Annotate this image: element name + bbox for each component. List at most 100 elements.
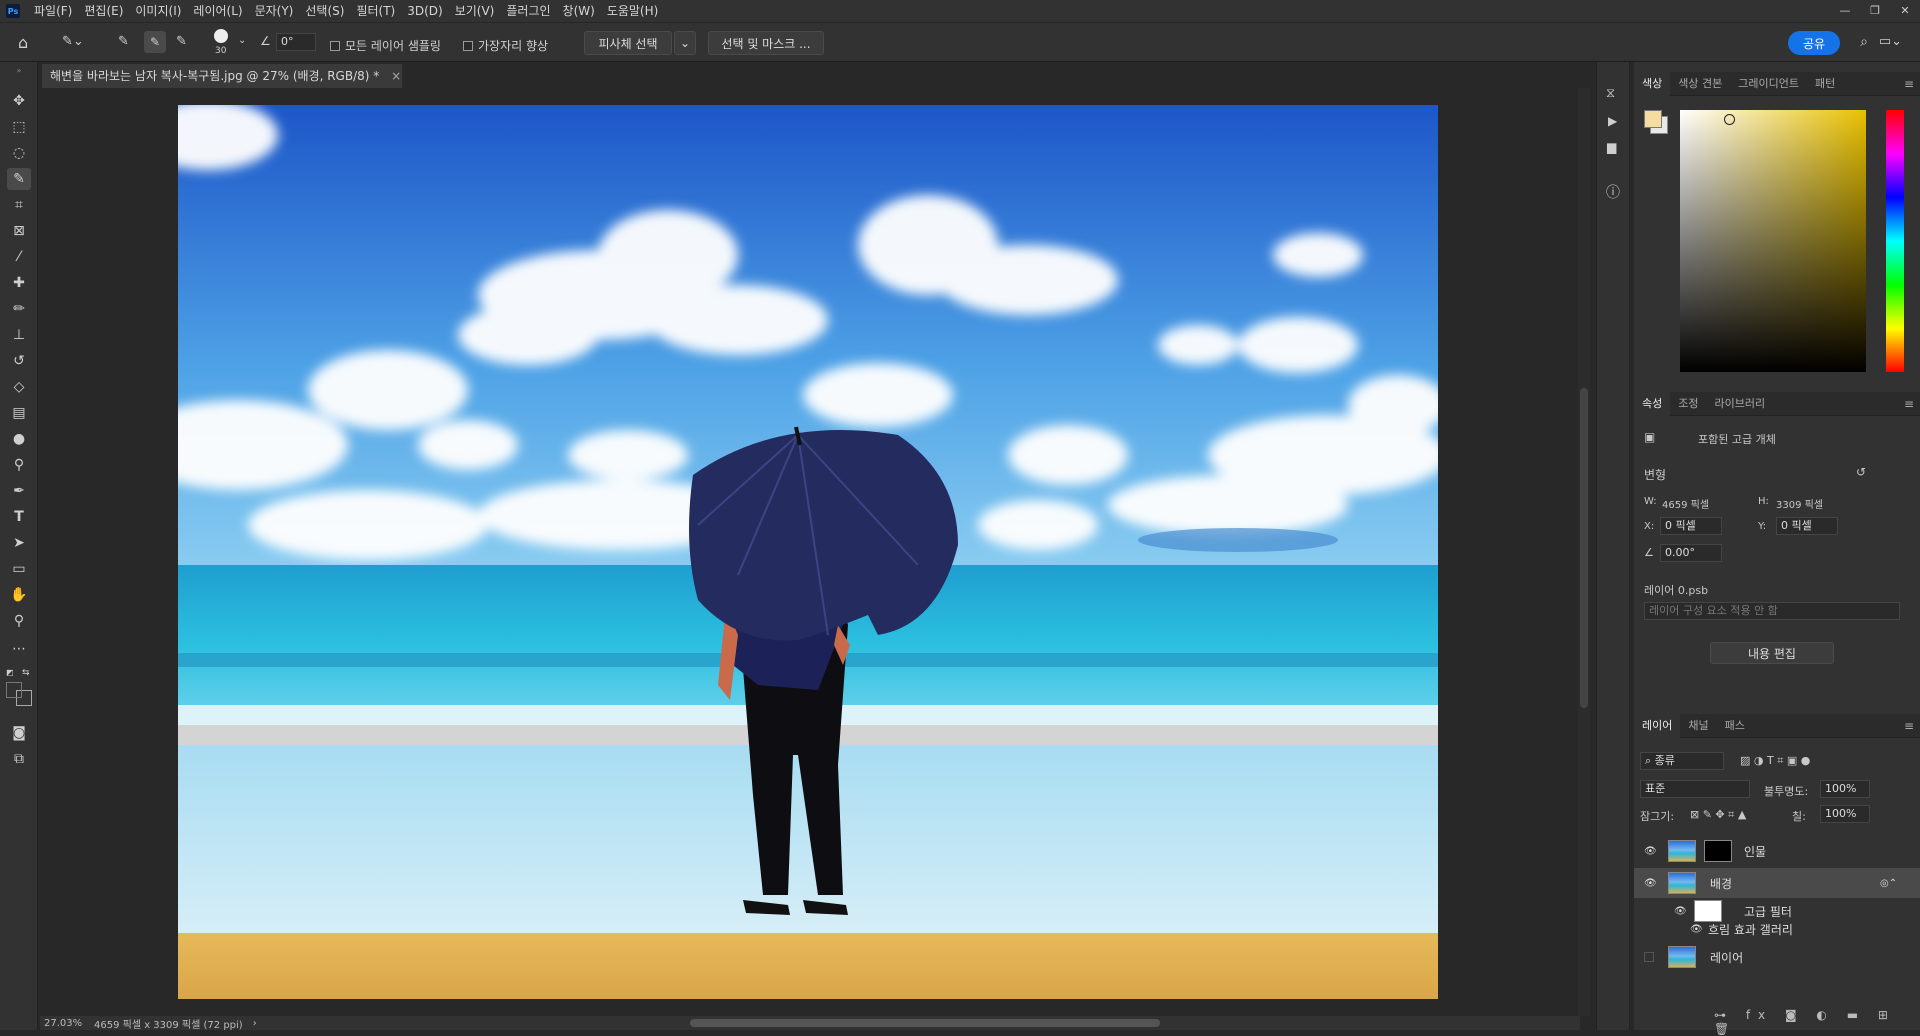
layer-row[interactable]: 👁 인물 (1634, 836, 1920, 866)
restore-button[interactable]: ❐ (1860, 0, 1890, 22)
menu-layer[interactable]: 레이어(L) (187, 0, 248, 22)
y-input[interactable]: 0 픽셀 (1776, 517, 1838, 535)
select-and-mask-button[interactable]: 선택 및 마스크 ... (708, 31, 824, 55)
close-window-button[interactable]: ✕ (1890, 0, 1920, 22)
select-subject-button[interactable]: 피사체 선택 (584, 31, 672, 55)
layer-filter-select[interactable]: ⌕ 종류 (1640, 752, 1724, 770)
layer-row-selected[interactable]: 👁 배경 ◎⌃ (1634, 868, 1920, 898)
info-icon[interactable]: ⓘ (1606, 182, 1620, 202)
menu-filter[interactable]: 필터(T) (350, 0, 401, 22)
menu-help[interactable]: 도움말(H) (601, 0, 665, 22)
layers-menu-icon[interactable]: ≡ (1904, 719, 1914, 733)
quick-mask-icon[interactable]: ◙ (7, 722, 31, 744)
tab-channels[interactable]: 채널 (1680, 714, 1716, 738)
enhance-edge-checkbox[interactable]: 가장자리 향상 (463, 37, 548, 54)
lock-icons[interactable]: ⊠ ✎ ✥ ⌗ ▲ (1690, 808, 1746, 822)
tab-patterns[interactable]: 패턴 (1807, 72, 1843, 96)
tab-layers[interactable]: 레이어 (1634, 713, 1681, 738)
properties-menu-icon[interactable]: ≡ (1904, 397, 1914, 411)
horizontal-scrollbar[interactable] (690, 1019, 1160, 1027)
menu-view[interactable]: 보기(V) (449, 0, 501, 22)
opacity-input[interactable]: 100% (1820, 780, 1870, 798)
fill-input[interactable]: 100% (1820, 805, 1870, 823)
blend-mode-select[interactable]: 표준 (1640, 780, 1750, 798)
menu-edit[interactable]: 편집(E) (78, 0, 129, 22)
brush-dropdown-icon[interactable]: ⌄ (238, 35, 246, 46)
angle-input[interactable]: 0° (276, 33, 316, 51)
workspace-icon[interactable]: ▭⌄ (1879, 34, 1902, 49)
smart-filter-icon[interactable]: ◎⌃ (1880, 878, 1897, 889)
x-input[interactable]: 0 픽셀 (1660, 517, 1722, 535)
home-icon[interactable]: ⌂ (18, 33, 28, 52)
blur-tool-icon[interactable]: ● (7, 428, 31, 450)
search-icon[interactable]: ⌕ (1860, 34, 1868, 50)
document-canvas[interactable] (178, 105, 1438, 999)
sample-all-checkbox[interactable]: 모든 레이어 샘플링 (330, 37, 441, 54)
filter-effect-row[interactable]: 👁 흐림 효과 갤러리 (1634, 918, 1920, 940)
type-tool-icon[interactable]: T (7, 506, 31, 528)
move-tool-icon[interactable]: ✥ (7, 90, 31, 112)
panel-menu-icon[interactable]: ≡ (1904, 77, 1914, 91)
swap-colors-icon[interactable]: ⇆ (22, 668, 30, 678)
tab-properties[interactable]: 속성 (1634, 391, 1671, 416)
color-picker-handle[interactable] (1724, 114, 1735, 125)
eyedropper-tool-icon[interactable]: ⁄ (7, 246, 31, 268)
select-subject-dropdown[interactable]: ⌄ (674, 31, 696, 55)
healing-brush-icon[interactable]: ✚ (7, 272, 31, 294)
tab-gradients[interactable]: 그레이디언트 (1730, 72, 1807, 96)
add-selection-icon[interactable]: ✎ (144, 31, 166, 53)
more-tools-icon[interactable]: ⋯ (7, 638, 31, 660)
width-value[interactable]: 4659 픽셀 (1662, 496, 1709, 511)
layer-comp-select[interactable]: 레이어 구성 요소 적용 안 함 (1644, 602, 1900, 620)
vertical-scrollbar[interactable] (1578, 88, 1590, 1016)
marquee-tool-icon[interactable]: ⬚ (7, 116, 31, 138)
tab-adjustments[interactable]: 조정 (1670, 392, 1706, 416)
hue-slider[interactable] (1886, 110, 1904, 372)
close-tab-icon[interactable]: × (391, 69, 401, 83)
canvas-area[interactable] (40, 88, 1580, 1016)
zoom-tool-icon[interactable]: ⚲ (7, 610, 31, 632)
document-tab[interactable]: 해변을 바라보는 남자 복사-복구됨.jpg @ 27% (배경, RGB/8)… (42, 64, 402, 88)
tab-paths[interactable]: 패스 (1717, 714, 1753, 738)
layer-name[interactable]: 배경 (1710, 875, 1732, 892)
layer-name[interactable]: 레이어 (1710, 949, 1743, 966)
menu-file[interactable]: 파일(F) (28, 0, 78, 22)
history-icon[interactable]: ⧖ (1606, 86, 1615, 101)
color-fg-swatch[interactable] (1644, 110, 1662, 128)
menu-image[interactable]: 이미지(I) (129, 0, 187, 22)
minimize-button[interactable]: — (1830, 0, 1860, 22)
menu-type[interactable]: 문자(Y) (249, 0, 300, 22)
hand-tool-icon[interactable]: ✋ (7, 584, 31, 606)
new-selection-icon[interactable]: ✎ (118, 34, 129, 49)
eraser-tool-icon[interactable]: ◇ (7, 376, 31, 398)
clone-stamp-icon[interactable]: ⊥ (7, 324, 31, 346)
lasso-tool-icon[interactable]: ◌ (7, 142, 31, 164)
gradient-tool-icon[interactable]: ▤ (7, 402, 31, 424)
history-brush-icon[interactable]: ↺ (7, 350, 31, 372)
collapse-icon[interactable]: » (7, 66, 31, 75)
foreground-color-swatch[interactable] (6, 682, 22, 698)
quick-selection-tool-icon[interactable]: ✎ (7, 168, 31, 190)
menu-3d[interactable]: 3D(D) (401, 0, 448, 22)
layer-mask-thumbnail[interactable] (1704, 840, 1732, 862)
visibility-eye-icon[interactable]: 👁 (1644, 878, 1657, 889)
screen-mode-icon[interactable]: ⧉ (7, 748, 31, 770)
frame-tool-icon[interactable]: ⊠ (7, 220, 31, 242)
menu-window[interactable]: 창(W) (557, 0, 601, 22)
filter-effect-name[interactable]: 흐림 효과 갤러리 (1708, 921, 1793, 938)
zoom-level[interactable]: 27.03% (44, 1018, 94, 1029)
filter-type-icons[interactable]: ▨ ◑ T ⌗ ▣ ● (1740, 754, 1810, 768)
reset-transform-icon[interactable]: ↺ (1856, 465, 1866, 479)
tab-swatches[interactable]: 색상 견본 (1670, 72, 1730, 96)
tab-libraries[interactable]: 라이브러리 (1707, 392, 1774, 416)
status-arrow-icon[interactable]: › (253, 1018, 257, 1029)
brush-preview-icon[interactable] (214, 29, 228, 43)
share-button[interactable]: 공유 (1788, 31, 1840, 55)
scroll-thumb[interactable] (1580, 388, 1588, 708)
subtract-selection-icon[interactable]: ✎ (176, 34, 187, 49)
pen-tool-icon[interactable]: ✒ (7, 480, 31, 502)
layer-row[interactable]: 레이어 (1634, 942, 1920, 972)
menu-select[interactable]: 선택(S) (299, 0, 350, 22)
path-selection-icon[interactable]: ➤ (7, 532, 31, 554)
color-field[interactable] (1680, 110, 1866, 372)
